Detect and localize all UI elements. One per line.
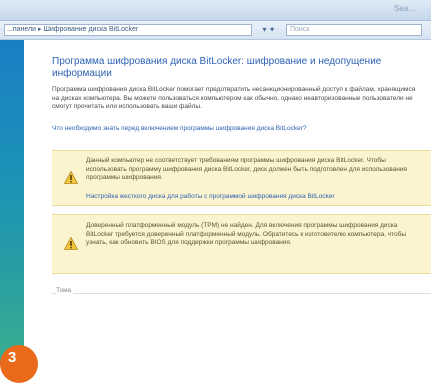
- volumes-label: Тома: [56, 287, 74, 294]
- address-toolbar: ...панели ▸ Шифрование диска BitLocker ▾…: [0, 21, 431, 40]
- warning-icon: [64, 237, 78, 250]
- tpm-warning-panel: Данный компьютер не соответствует требов…: [52, 150, 431, 206]
- help-link[interactable]: Что необходимо знать перед включением пр…: [52, 125, 412, 133]
- tpm-missing-panel: Доверенный платформенный модуль (TPM) не…: [52, 214, 431, 274]
- window-title: Sea...: [394, 4, 415, 13]
- title-bar: Sea...: [0, 0, 431, 21]
- breadcrumb[interactable]: ...панели ▸ Шифрование диска BitLocker: [4, 24, 252, 36]
- page-title: Программа шифрования диска BitLocker: ши…: [52, 56, 382, 79]
- left-navigation-pane: [0, 40, 24, 365]
- warning-icon: [64, 171, 78, 184]
- setup-disk-link[interactable]: Настройка жесткого диска для работы с пр…: [86, 193, 426, 201]
- page-description: Программа шифрования диска BitLocker пом…: [52, 86, 416, 110]
- volumes-divider: [52, 293, 431, 294]
- step-badge-number: 3: [8, 349, 17, 366]
- warning-text: Данный компьютер не соответствует требов…: [86, 157, 408, 181]
- step-badge: [0, 345, 38, 383]
- search-input[interactable]: Поиск: [286, 24, 422, 36]
- warning-text: Доверенный платформенный модуль (TPM) не…: [86, 222, 407, 246]
- refresh-button[interactable]: ▾ ✦: [256, 24, 282, 36]
